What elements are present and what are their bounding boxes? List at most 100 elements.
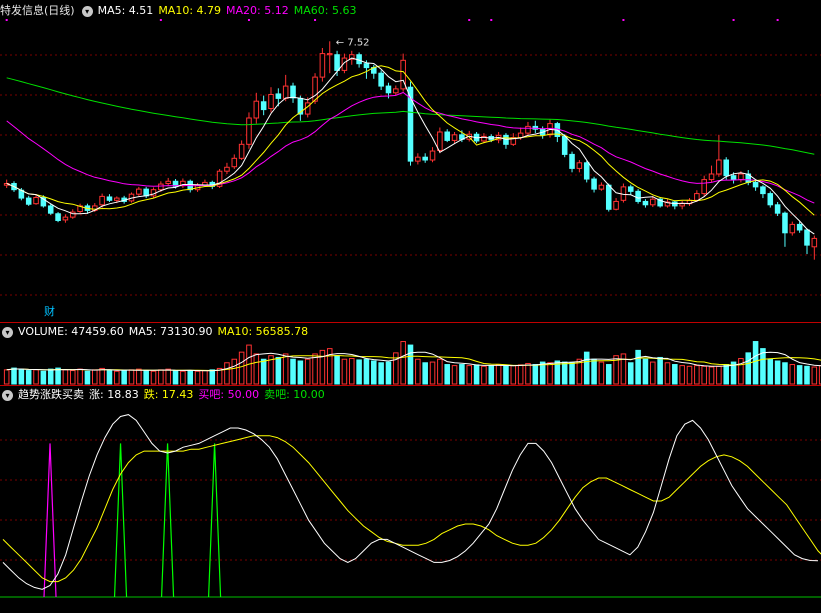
candle-body [99, 195, 105, 206]
stock-title: 特发信息(日线) [0, 4, 75, 17]
candle-body [319, 53, 326, 78]
signal-dot [622, 19, 625, 21]
volume-bar [84, 370, 91, 385]
panel3-indicator-0: 趋势涨跌买卖 [18, 388, 84, 401]
volume-bar [679, 365, 685, 385]
candle-body [738, 173, 744, 181]
volume-bar [297, 360, 304, 385]
signal-dot [776, 19, 779, 21]
volume-bar [635, 349, 641, 385]
signal-dot [247, 19, 250, 21]
candle-body [796, 223, 803, 231]
signal-dot [5, 19, 8, 21]
candle-body [238, 143, 245, 159]
volume-bar [517, 364, 524, 385]
candle-body [385, 85, 392, 94]
volume-bar [187, 370, 194, 385]
volume-bar [708, 366, 715, 385]
volume-bar [495, 364, 502, 385]
candle-body [363, 63, 370, 69]
volume-bar [481, 365, 487, 385]
panel1-indicator-0: MA5: 4.51 [97, 4, 154, 17]
volume-bar [69, 370, 76, 385]
volume-bar [782, 362, 788, 385]
candle-body [598, 184, 605, 190]
volume-bar [738, 358, 744, 385]
panel1-header: 特发信息(日线) ▾ MA5: 4.51 MA10: 4.79 MA20: 5.12 MA… [0, 4, 366, 18]
candle-body [716, 159, 722, 175]
volume-bar [466, 365, 473, 385]
candle-body [627, 186, 634, 192]
panel1-indicator-1: MA10: 4.79 [158, 4, 222, 17]
candle-body [613, 200, 619, 210]
volume-bar [282, 353, 289, 385]
finance-marker[interactable]: 财 [44, 303, 55, 319]
volume-bar [694, 365, 700, 385]
panel3-indicator-2: 跌: 17.43 [143, 388, 194, 401]
volume-bar [429, 361, 436, 385]
volume-bar [598, 361, 605, 385]
peak-price-label: ← 7.52 [336, 37, 370, 48]
panel3-expand-icon[interactable]: ▾ [2, 389, 13, 401]
volume-bar [627, 362, 634, 385]
candle-body [334, 54, 340, 71]
volume-bar [444, 364, 450, 385]
volume-bar [238, 351, 245, 385]
volume-bar [348, 358, 355, 385]
candle-body [437, 131, 443, 151]
candle-body [260, 101, 267, 111]
volume-bar [121, 370, 127, 385]
volume-bar [18, 368, 25, 385]
volume-bar [334, 355, 340, 385]
candle-body [246, 117, 252, 145]
signal-dot [490, 19, 493, 21]
candle-body [650, 198, 656, 206]
volume-bar [532, 364, 539, 385]
candle-body [730, 175, 737, 181]
panel2-expand-icon[interactable]: ▾ [2, 326, 13, 338]
candle-body [55, 213, 61, 221]
volume-bar [789, 364, 796, 385]
volume-bar [62, 369, 69, 385]
volume-bar [620, 353, 627, 385]
candle-body [576, 162, 583, 169]
volume-bar [804, 365, 810, 385]
candle-body [33, 197, 39, 205]
candle-body [62, 216, 69, 221]
candle-body [583, 162, 590, 180]
panel2-header: ▾ VOLUME: 47459.60 MA5: 73130.90 MA10: 5658… [0, 325, 318, 339]
volume-bar [136, 368, 142, 385]
volume-bar [165, 368, 171, 385]
volume-bar [378, 362, 384, 385]
panel1-indicator-2: MA20: 5.12 [226, 4, 289, 17]
volume-bar [194, 370, 201, 385]
volume-bar [569, 362, 575, 385]
volume-bar [40, 370, 47, 385]
panel1-expand-icon[interactable]: ▾ [81, 5, 93, 17]
volume-bar [11, 367, 17, 385]
candle-body [444, 131, 450, 141]
panel2-indicator-2: MA10: 56585.78 [217, 325, 309, 338]
candle-body [752, 181, 759, 188]
candle-body [429, 150, 436, 161]
candle-body [723, 159, 729, 177]
volume-bar [150, 370, 157, 385]
candle-body [774, 204, 781, 214]
volume-bar [99, 367, 105, 385]
candle-body [708, 173, 715, 181]
volume-bar [400, 341, 406, 385]
panel3-indicator-3: 买吧: 50.00 [198, 388, 260, 401]
volume-bar [811, 366, 818, 385]
panel2-indicator-1: MA5: 73130.90 [128, 325, 213, 338]
volume-bar [488, 365, 495, 385]
candle-body [275, 93, 282, 99]
volume-bar [128, 369, 135, 385]
candle-body [290, 85, 296, 99]
volume-bar [642, 358, 649, 385]
panel3-indicator-4: 卖吧: 10.00 [264, 388, 325, 401]
candle-body [804, 229, 810, 246]
candle-body [635, 190, 641, 202]
candle-body [136, 188, 142, 195]
candle-body [165, 180, 171, 185]
volume-bar [385, 361, 392, 385]
